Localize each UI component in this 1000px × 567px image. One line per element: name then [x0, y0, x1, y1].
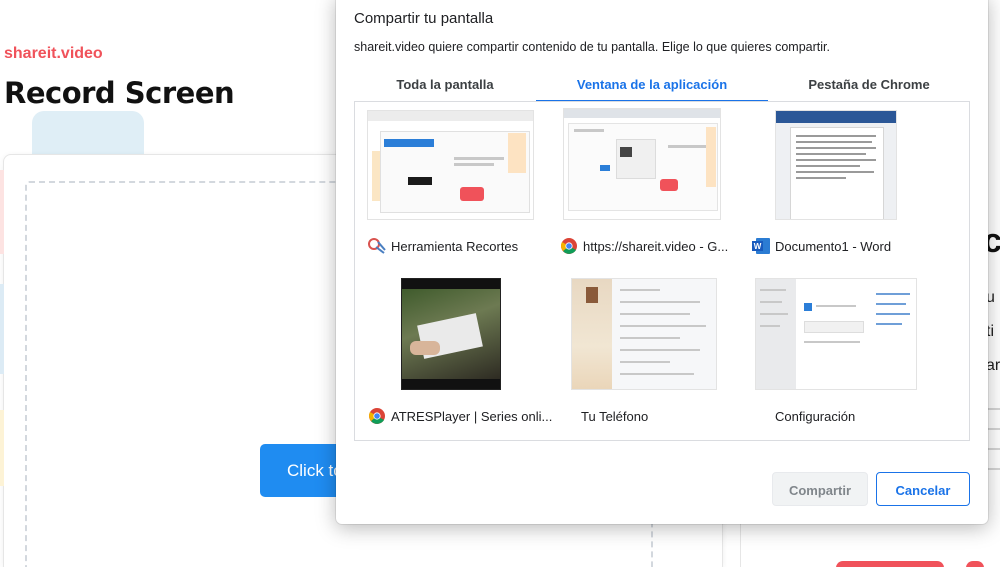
brand-logo[interactable]: shareit.video: [4, 45, 103, 63]
page-title: Record Screen: [4, 76, 235, 110]
chrome-icon: [367, 406, 387, 426]
window-tile-chrome-shareit[interactable]: https://shareit.video - G...: [559, 108, 755, 268]
accent-strip: [0, 284, 4, 374]
source-tabs: Toda la pantalla Ventana de la aplicació…: [354, 66, 970, 102]
window-label: Configuración: [775, 408, 856, 424]
window-label: W Documento1 - Word: [751, 236, 947, 256]
share-button[interactable]: Compartir: [772, 472, 868, 506]
snipping-tool-icon: [367, 236, 387, 256]
red-dot: [966, 561, 984, 567]
side-text-line: ar: [986, 357, 1000, 374]
cancel-button[interactable]: Cancelar: [876, 472, 970, 506]
divider: [986, 408, 1000, 410]
red-action-button[interactable]: [836, 561, 944, 567]
window-tile-word[interactable]: W Documento1 - Word: [751, 108, 947, 268]
window-thumbnail: [401, 278, 501, 390]
window-thumbnail: [775, 110, 897, 220]
divider: [986, 468, 1000, 470]
window-grid: Herramienta Recortes https://shareit.vid…: [354, 101, 970, 441]
tab-chrome-tab[interactable]: Pestaña de Chrome: [768, 66, 970, 102]
window-tile-your-phone[interactable]: Tu Teléfono: [571, 278, 767, 438]
tab-entire-screen[interactable]: Toda la pantalla: [354, 66, 536, 102]
window-thumbnail: [563, 108, 721, 220]
window-label: Herramienta Recortes: [367, 236, 563, 256]
window-tile-settings[interactable]: Configuración: [755, 278, 951, 438]
share-screen-dialog: Compartir tu pantalla shareit.video quie…: [336, 0, 988, 524]
window-label: Tu Teléfono: [581, 408, 649, 424]
accent-strip: [0, 170, 4, 254]
window-thumbnail: [571, 278, 717, 390]
accent-strip: [0, 410, 4, 486]
tab-application-window[interactable]: Ventana de la aplicación: [536, 66, 768, 102]
window-tile-atresplayer[interactable]: ATRESPlayer | Series onli...: [367, 278, 563, 438]
window-thumbnail: [755, 278, 917, 390]
divider: [986, 428, 1000, 430]
chrome-icon: [559, 236, 579, 256]
window-label: ATRESPlayer | Series onli...: [367, 406, 563, 426]
window-tile-snipping-tool[interactable]: Herramienta Recortes: [367, 108, 563, 268]
svg-text:W: W: [754, 242, 762, 251]
dialog-subtitle: shareit.video quiere compartir contenido…: [354, 40, 830, 54]
dialog-title: Compartir tu pantalla: [354, 10, 494, 27]
window-label: https://shareit.video - G...: [559, 236, 755, 256]
divider: [986, 448, 1000, 450]
window-thumbnail: [367, 110, 534, 220]
word-icon: W: [751, 236, 771, 256]
